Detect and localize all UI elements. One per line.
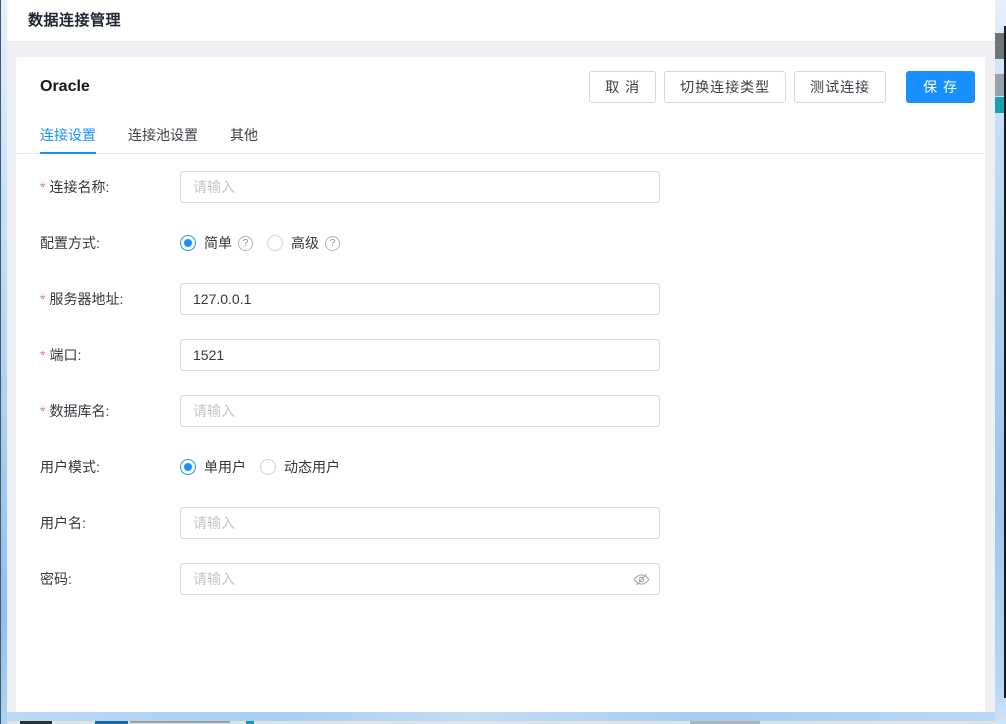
port-input[interactable] bbox=[180, 339, 660, 371]
field-label-text: 配置方式: bbox=[40, 235, 100, 251]
radio-icon[interactable] bbox=[267, 235, 283, 251]
user-mode-radio-group: 单用户 动态用户 bbox=[180, 457, 354, 477]
password-input[interactable] bbox=[180, 563, 660, 595]
background-edge-segment-teal bbox=[995, 97, 1004, 113]
required-marker: * bbox=[40, 403, 45, 419]
radio-option-simple[interactable]: 简单 ? bbox=[180, 233, 253, 253]
radio-icon[interactable] bbox=[260, 459, 276, 475]
radio-icon[interactable] bbox=[180, 459, 196, 475]
app-window: 数据连接管理 Oracle 取 消 切换连接类型 测试连接 保 存 连接设置 连… bbox=[7, 0, 995, 712]
form-row-config-mode: 配置方式: 简单 ? 高级 ? bbox=[40, 227, 985, 259]
field-label: *数据库名: bbox=[40, 401, 180, 421]
input-wrap bbox=[180, 339, 660, 371]
form-row-connection-name: *连接名称: bbox=[40, 171, 985, 203]
config-mode-radio-group: 简单 ? 高级 ? bbox=[180, 233, 354, 253]
tab-other[interactable]: 其他 bbox=[230, 119, 258, 153]
eye-invisible-icon[interactable] bbox=[633, 571, 650, 588]
input-wrap bbox=[180, 171, 660, 203]
radio-option-label: 动态用户 bbox=[284, 457, 340, 477]
field-label-text: 用户模式: bbox=[40, 459, 100, 475]
panel-header: Oracle 取 消 切换连接类型 测试连接 保 存 bbox=[16, 57, 985, 105]
radio-option-label: 简单 bbox=[204, 233, 232, 253]
field-label: *端口: bbox=[40, 345, 180, 365]
radio-option-label: 高级 bbox=[291, 233, 319, 253]
form-row-database-name: *数据库名: bbox=[40, 395, 985, 427]
field-label: 配置方式: bbox=[40, 233, 180, 253]
field-label-text: 用户名: bbox=[40, 515, 86, 531]
tab-connection-pool-settings[interactable]: 连接池设置 bbox=[128, 119, 198, 153]
field-label: *服务器地址: bbox=[40, 289, 180, 309]
action-buttons: 取 消 切换连接类型 测试连接 保 存 bbox=[581, 71, 975, 103]
radio-icon[interactable] bbox=[180, 235, 196, 251]
radio-option-dynamic-user[interactable]: 动态用户 bbox=[260, 457, 340, 477]
background-edge-segment-dark bbox=[995, 33, 1004, 59]
window-frame-bottom bbox=[0, 712, 1006, 721]
help-icon[interactable]: ? bbox=[325, 236, 340, 251]
field-label-text: 服务器地址: bbox=[49, 291, 123, 307]
field-label: 用户名: bbox=[40, 513, 180, 533]
radio-option-single-user[interactable]: 单用户 bbox=[180, 457, 246, 477]
radio-option-label: 单用户 bbox=[204, 457, 246, 477]
form-row-server-address: *服务器地址: bbox=[40, 283, 985, 315]
tab-connection-settings[interactable]: 连接设置 bbox=[40, 119, 96, 153]
input-wrap bbox=[180, 283, 660, 315]
input-wrap bbox=[180, 395, 660, 427]
field-label: *连接名称: bbox=[40, 177, 180, 197]
required-marker: * bbox=[40, 179, 45, 195]
input-wrap bbox=[180, 507, 660, 539]
radio-option-advanced[interactable]: 高级 ? bbox=[267, 233, 340, 253]
field-label: 密码: bbox=[40, 569, 180, 589]
connection-name-input[interactable] bbox=[180, 171, 660, 203]
window-frame-right bbox=[995, 0, 1006, 724]
help-icon[interactable]: ? bbox=[238, 236, 253, 251]
username-input[interactable] bbox=[180, 507, 660, 539]
required-marker: * bbox=[40, 347, 45, 363]
field-label-text: 密码: bbox=[40, 571, 72, 587]
field-label-text: 数据库名: bbox=[49, 403, 109, 419]
field-label: 用户模式: bbox=[40, 457, 180, 477]
server-address-input[interactable] bbox=[180, 283, 660, 315]
background-edge-segment-gray bbox=[995, 74, 1004, 96]
tab-bar: 连接设置 连接池设置 其他 bbox=[16, 119, 985, 154]
form-row-port: *端口: bbox=[40, 339, 985, 371]
cancel-button[interactable]: 取 消 bbox=[589, 71, 656, 103]
window-frame-left bbox=[0, 0, 7, 724]
switch-connection-type-button[interactable]: 切换连接类型 bbox=[664, 71, 786, 103]
save-button[interactable]: 保 存 bbox=[906, 71, 975, 103]
form-row-user-mode: 用户模式: 单用户 动态用户 bbox=[40, 451, 985, 483]
connection-form: *连接名称: 配置方式: 简单 ? bbox=[16, 154, 985, 595]
form-row-username: 用户名: bbox=[40, 507, 985, 539]
test-connection-button[interactable]: 测试连接 bbox=[794, 71, 886, 103]
connection-panel: Oracle 取 消 切换连接类型 测试连接 保 存 连接设置 连接池设置 其他… bbox=[16, 57, 985, 712]
page-header: 数据连接管理 bbox=[7, 0, 995, 42]
field-label-text: 端口: bbox=[49, 347, 81, 363]
required-marker: * bbox=[40, 291, 45, 307]
taskbar-item-sliver bbox=[130, 721, 230, 723]
field-label-text: 连接名称: bbox=[49, 179, 109, 195]
connection-type-title: Oracle bbox=[40, 78, 90, 96]
form-row-password: 密码: bbox=[40, 563, 985, 595]
input-wrap bbox=[180, 563, 660, 595]
database-name-input[interactable] bbox=[180, 395, 660, 427]
page-title: 数据连接管理 bbox=[28, 0, 121, 41]
